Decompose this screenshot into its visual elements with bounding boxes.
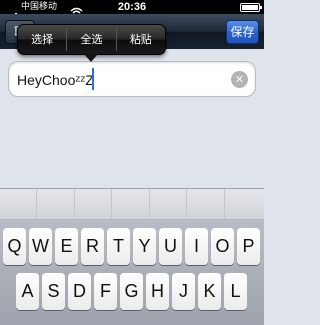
key-j[interactable]: J <box>172 273 195 310</box>
menu-item-paste[interactable]: 粘贴 <box>117 25 165 54</box>
candidate-slot[interactable] <box>37 189 75 219</box>
key-f[interactable]: F <box>94 273 117 310</box>
text-field-value: HeyChooᶻᶻZ <box>17 72 94 88</box>
key-e[interactable]: E <box>55 228 78 265</box>
key-w[interactable]: W <box>29 228 52 265</box>
menu-item-select-all[interactable]: 全选 <box>67 25 115 54</box>
status-bar: 中国移动 20:36 <box>0 0 264 22</box>
save-button[interactable]: 保存 <box>226 20 259 44</box>
menu-item-select[interactable]: 选择 <box>18 25 66 54</box>
candidate-slot[interactable] <box>225 189 264 219</box>
edit-menu-pointer <box>84 54 98 62</box>
key-y[interactable]: Y <box>133 228 156 265</box>
key-r[interactable]: R <box>81 228 104 265</box>
content-area: HeyChooᶻᶻZ ✕ <box>0 49 264 188</box>
key-k[interactable]: K <box>198 273 221 310</box>
candidate-slot[interactable] <box>187 189 225 219</box>
keyboard: Q W E R T Y U I O P A S D F G H J K L <box>0 220 264 325</box>
candidate-slot[interactable] <box>150 189 187 219</box>
key-h[interactable]: H <box>146 273 169 310</box>
key-o[interactable]: O <box>211 228 234 265</box>
text-caret <box>92 68 94 90</box>
key-l[interactable]: L <box>224 273 247 310</box>
key-u[interactable]: U <box>159 228 182 265</box>
key-g[interactable]: G <box>120 273 143 310</box>
key-q[interactable]: Q <box>3 228 26 265</box>
candidate-slot[interactable] <box>0 189 37 219</box>
candidate-bar <box>0 188 264 220</box>
candidate-slot[interactable] <box>75 189 112 219</box>
key-a[interactable]: A <box>16 273 39 310</box>
key-i[interactable]: I <box>185 228 208 265</box>
key-s[interactable]: S <box>42 273 65 310</box>
battery-icon <box>240 3 262 12</box>
edit-menu: 选择 全选 粘贴 <box>17 24 166 55</box>
clear-icon[interactable]: ✕ <box>231 71 248 88</box>
key-p[interactable]: P <box>237 228 260 265</box>
status-time: 20:36 <box>117 1 147 13</box>
key-d[interactable]: D <box>68 273 91 310</box>
key-t[interactable]: T <box>107 228 130 265</box>
text-input-field[interactable]: HeyChooᶻᶻZ ✕ <box>8 61 256 97</box>
candidate-slot[interactable] <box>112 189 150 219</box>
